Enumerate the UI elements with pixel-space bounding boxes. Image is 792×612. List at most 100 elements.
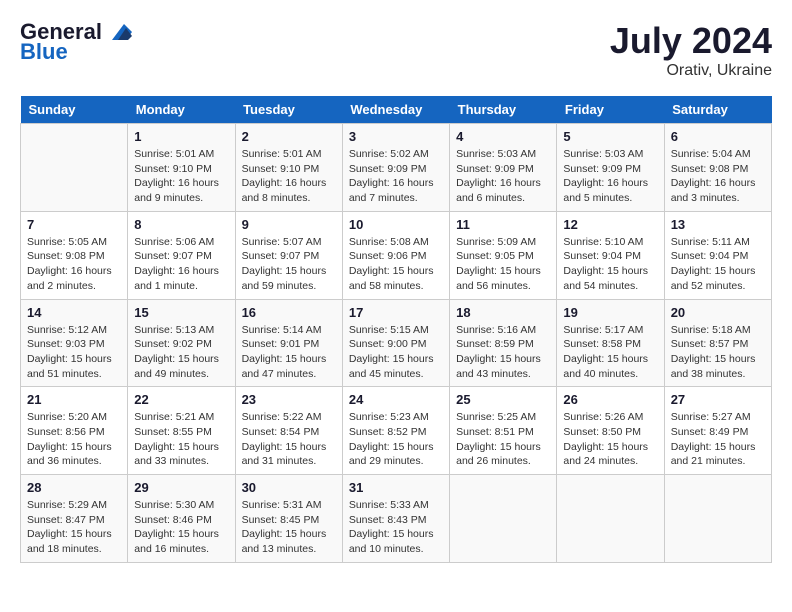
calendar-cell: 4Sunrise: 5:03 AM Sunset: 9:09 PM Daylig…	[450, 124, 557, 212]
day-info: Sunrise: 5:20 AM Sunset: 8:56 PM Dayligh…	[27, 410, 121, 469]
day-info: Sunrise: 5:02 AM Sunset: 9:09 PM Dayligh…	[349, 147, 443, 206]
day-number: 29	[134, 480, 228, 495]
day-info: Sunrise: 5:18 AM Sunset: 8:57 PM Dayligh…	[671, 323, 765, 382]
day-info: Sunrise: 5:29 AM Sunset: 8:47 PM Dayligh…	[27, 498, 121, 557]
day-info: Sunrise: 5:05 AM Sunset: 9:08 PM Dayligh…	[27, 235, 121, 294]
day-info: Sunrise: 5:21 AM Sunset: 8:55 PM Dayligh…	[134, 410, 228, 469]
header-tuesday: Tuesday	[235, 96, 342, 124]
day-info: Sunrise: 5:14 AM Sunset: 9:01 PM Dayligh…	[242, 323, 336, 382]
day-number: 28	[27, 480, 121, 495]
day-info: Sunrise: 5:01 AM Sunset: 9:10 PM Dayligh…	[242, 147, 336, 206]
calendar-title: July 2024	[610, 20, 772, 62]
logo: General Blue	[20, 20, 132, 64]
calendar-cell: 11Sunrise: 5:09 AM Sunset: 9:05 PM Dayli…	[450, 211, 557, 299]
week-row-3: 14 Sunrise: 5:12 AM Sunset: 9:03 PM Dayli…	[21, 299, 772, 387]
day-info: Sunrise: 5:16 AM Sunset: 8:59 PM Dayligh…	[456, 323, 550, 382]
day-info: Sunrise: 5:26 AM Sunset: 8:50 PM Dayligh…	[563, 410, 657, 469]
calendar-cell: 27 Sunrise: 5:27 AM Sunset: 8:49 PM Dayli…	[664, 387, 771, 475]
calendar-cell	[557, 475, 664, 563]
calendar-cell: 25 Sunrise: 5:25 AM Sunset: 8:51 PM Dayli…	[450, 387, 557, 475]
calendar-cell: 24Sunrise: 5:23 AM Sunset: 8:52 PM Dayli…	[342, 387, 449, 475]
day-number: 7	[27, 217, 121, 232]
day-number: 27	[671, 392, 765, 407]
day-number: 2	[242, 129, 336, 144]
day-number: 19	[563, 305, 657, 320]
day-number: 20	[671, 305, 765, 320]
calendar-cell: 6Sunrise: 5:04 AM Sunset: 9:08 PM Daylig…	[664, 124, 771, 212]
day-number: 23	[242, 392, 336, 407]
calendar-cell: 17 Sunrise: 5:15 AM Sunset: 9:00 PM Dayli…	[342, 299, 449, 387]
calendar-cell: 16 Sunrise: 5:14 AM Sunset: 9:01 PM Dayli…	[235, 299, 342, 387]
header-sunday: Sunday	[21, 96, 128, 124]
title-block: July 2024 Orativ, Ukraine	[610, 20, 772, 80]
calendar-cell: 23 Sunrise: 5:22 AM Sunset: 8:54 PM Dayli…	[235, 387, 342, 475]
calendar-cell: 19 Sunrise: 5:17 AM Sunset: 8:58 PM Dayli…	[557, 299, 664, 387]
calendar-cell: 21Sunrise: 5:20 AM Sunset: 8:56 PM Dayli…	[21, 387, 128, 475]
calendar-subtitle: Orativ, Ukraine	[610, 62, 772, 80]
day-number: 16	[242, 305, 336, 320]
calendar-cell: 14 Sunrise: 5:12 AM Sunset: 9:03 PM Dayli…	[21, 299, 128, 387]
calendar-cell: 26 Sunrise: 5:26 AM Sunset: 8:50 PM Dayli…	[557, 387, 664, 475]
day-info: Sunrise: 5:27 AM Sunset: 8:49 PM Dayligh…	[671, 410, 765, 469]
day-info: Sunrise: 5:15 AM Sunset: 9:00 PM Dayligh…	[349, 323, 443, 382]
day-info: Sunrise: 5:25 AM Sunset: 8:51 PM Dayligh…	[456, 410, 550, 469]
day-number: 13	[671, 217, 765, 232]
calendar-cell: 20 Sunrise: 5:18 AM Sunset: 8:57 PM Dayli…	[664, 299, 771, 387]
header-wednesday: Wednesday	[342, 96, 449, 124]
calendar-cell: 30Sunrise: 5:31 AM Sunset: 8:45 PM Dayli…	[235, 475, 342, 563]
calendar-cell: 15 Sunrise: 5:13 AM Sunset: 9:02 PM Dayli…	[128, 299, 235, 387]
page-header: General Blue July 2024 Orativ, Ukraine	[20, 20, 772, 80]
week-row-5: 28 Sunrise: 5:29 AM Sunset: 8:47 PM Dayli…	[21, 475, 772, 563]
day-number: 17	[349, 305, 443, 320]
calendar-cell: 9Sunrise: 5:07 AM Sunset: 9:07 PM Daylig…	[235, 211, 342, 299]
day-number: 1	[134, 129, 228, 144]
day-number: 4	[456, 129, 550, 144]
logo-blue: Blue	[20, 40, 68, 64]
calendar-cell: 1 Sunrise: 5:01 AM Sunset: 9:10 PM Daylig…	[128, 124, 235, 212]
calendar-cell	[450, 475, 557, 563]
day-number: 30	[242, 480, 336, 495]
day-number: 6	[671, 129, 765, 144]
calendar-cell: 7 Sunrise: 5:05 AM Sunset: 9:08 PM Daylig…	[21, 211, 128, 299]
calendar-cell: 2 Sunrise: 5:01 AM Sunset: 9:10 PM Daylig…	[235, 124, 342, 212]
day-number: 26	[563, 392, 657, 407]
day-number: 18	[456, 305, 550, 320]
day-number: 31	[349, 480, 443, 495]
calendar-cell: 31 Sunrise: 5:33 AM Sunset: 8:43 PM Dayli…	[342, 475, 449, 563]
day-info: Sunrise: 5:06 AM Sunset: 9:07 PM Dayligh…	[134, 235, 228, 294]
calendar-cell: 29Sunrise: 5:30 AM Sunset: 8:46 PM Dayli…	[128, 475, 235, 563]
calendar-cell: 12Sunrise: 5:10 AM Sunset: 9:04 PM Dayli…	[557, 211, 664, 299]
logo-icon	[104, 22, 132, 42]
day-info: Sunrise: 5:03 AM Sunset: 9:09 PM Dayligh…	[563, 147, 657, 206]
header-thursday: Thursday	[450, 96, 557, 124]
header-monday: Monday	[128, 96, 235, 124]
day-info: Sunrise: 5:09 AM Sunset: 9:05 PM Dayligh…	[456, 235, 550, 294]
calendar-cell: 18 Sunrise: 5:16 AM Sunset: 8:59 PM Dayli…	[450, 299, 557, 387]
calendar-cell: 22Sunrise: 5:21 AM Sunset: 8:55 PM Dayli…	[128, 387, 235, 475]
day-info: Sunrise: 5:22 AM Sunset: 8:54 PM Dayligh…	[242, 410, 336, 469]
calendar-cell	[21, 124, 128, 212]
week-row-4: 21Sunrise: 5:20 AM Sunset: 8:56 PM Dayli…	[21, 387, 772, 475]
day-info: Sunrise: 5:12 AM Sunset: 9:03 PM Dayligh…	[27, 323, 121, 382]
day-number: 5	[563, 129, 657, 144]
calendar-cell: 3 Sunrise: 5:02 AM Sunset: 9:09 PM Daylig…	[342, 124, 449, 212]
calendar-table: SundayMondayTuesdayWednesdayThursdayFrid…	[20, 96, 772, 563]
day-info: Sunrise: 5:07 AM Sunset: 9:07 PM Dayligh…	[242, 235, 336, 294]
day-info: Sunrise: 5:17 AM Sunset: 8:58 PM Dayligh…	[563, 323, 657, 382]
day-number: 12	[563, 217, 657, 232]
calendar-cell: 10Sunrise: 5:08 AM Sunset: 9:06 PM Dayli…	[342, 211, 449, 299]
day-number: 25	[456, 392, 550, 407]
day-number: 15	[134, 305, 228, 320]
calendar-cell: 5 Sunrise: 5:03 AM Sunset: 9:09 PM Daylig…	[557, 124, 664, 212]
day-info: Sunrise: 5:08 AM Sunset: 9:06 PM Dayligh…	[349, 235, 443, 294]
header-friday: Friday	[557, 96, 664, 124]
day-info: Sunrise: 5:33 AM Sunset: 8:43 PM Dayligh…	[349, 498, 443, 557]
day-info: Sunrise: 5:11 AM Sunset: 9:04 PM Dayligh…	[671, 235, 765, 294]
day-number: 3	[349, 129, 443, 144]
header-saturday: Saturday	[664, 96, 771, 124]
day-number: 14	[27, 305, 121, 320]
calendar-cell	[664, 475, 771, 563]
day-info: Sunrise: 5:13 AM Sunset: 9:02 PM Dayligh…	[134, 323, 228, 382]
day-info: Sunrise: 5:01 AM Sunset: 9:10 PM Dayligh…	[134, 147, 228, 206]
calendar-cell: 8Sunrise: 5:06 AM Sunset: 9:07 PM Daylig…	[128, 211, 235, 299]
